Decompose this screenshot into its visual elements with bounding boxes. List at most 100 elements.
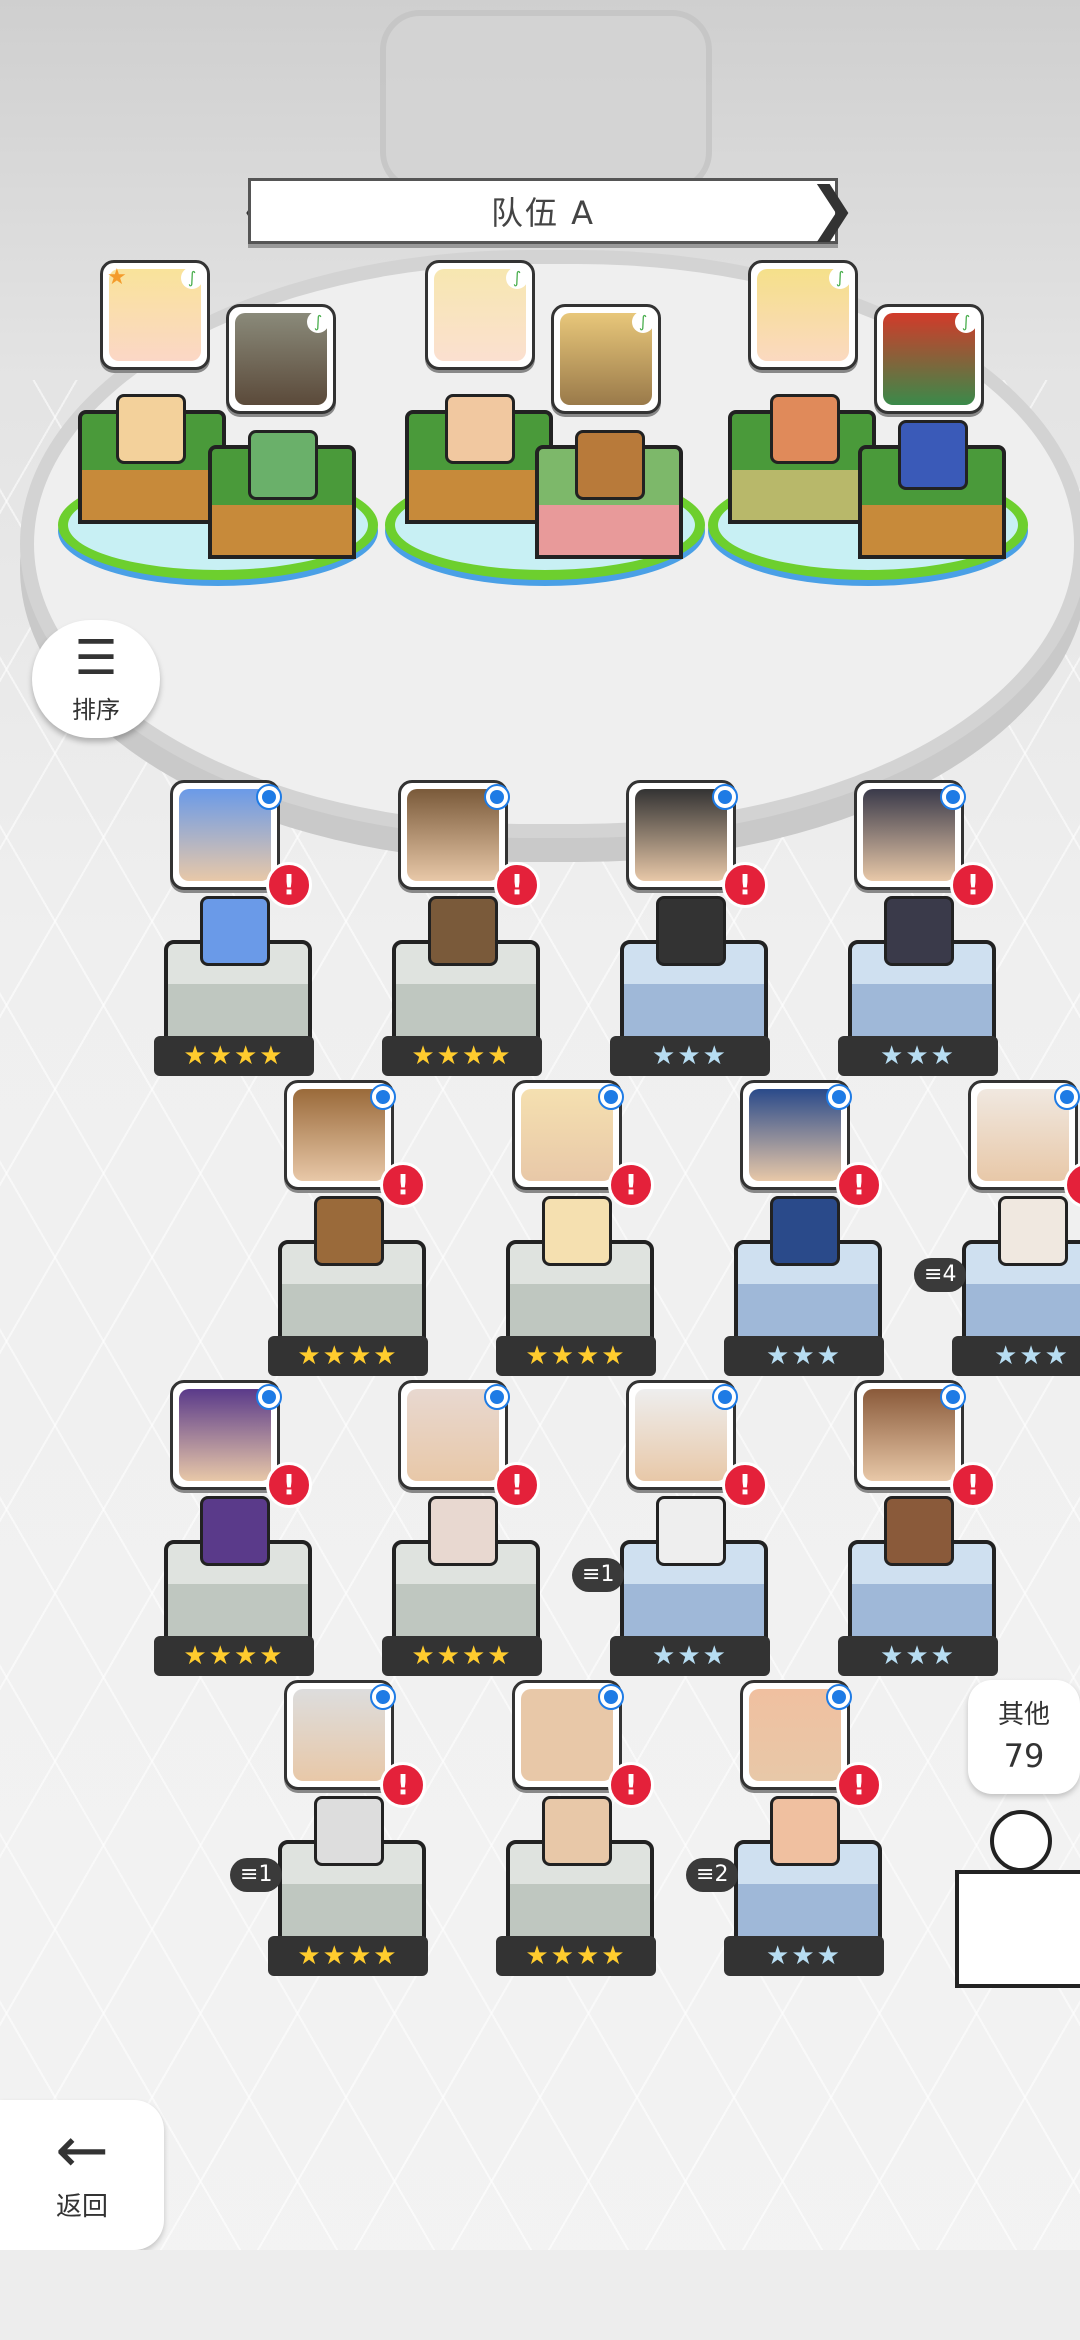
hero-portrait[interactable]: ∫: [748, 260, 858, 370]
arena-emblem: [380, 10, 712, 192]
hero-portrait[interactable]: ∫: [874, 304, 984, 414]
roster-hero-card[interactable]: ! ★★★★: [374, 780, 544, 1080]
team-slot-1[interactable]: ★ ∫ ∫: [58, 260, 378, 600]
roster-hero-card[interactable]: ! ★★★★: [260, 1080, 430, 1380]
roster-hero-card[interactable]: ! ★★★★: [146, 780, 316, 1080]
hero-sprite: [998, 1196, 1068, 1266]
others-count: 79: [1003, 1737, 1045, 1775]
sort-button[interactable]: ☰ 排序: [32, 620, 160, 738]
element-badge-icon: [712, 1384, 738, 1410]
hero-sprite: [884, 1496, 954, 1566]
hero-portrait[interactable]: ∫: [425, 260, 535, 370]
roster-hero-card[interactable]: ! ★★★★: [488, 1680, 658, 1980]
star-rating: ★★★: [724, 1936, 884, 1976]
star-rating: ★★★★: [382, 1036, 542, 1076]
duplicate-count-badge: ≡1: [572, 1558, 625, 1592]
hero-pedestal: ★★★★: [154, 1496, 314, 1676]
hero-pedestal: ★★★★: [154, 896, 314, 1076]
others-bubble[interactable]: 其他 79: [968, 1680, 1080, 1794]
roster-hero-card[interactable]: ! ★★★ ≡2: [686, 1680, 886, 1980]
roster-hero-card[interactable]: ! ★★★: [830, 1380, 1000, 1680]
hero-sprite: [200, 1496, 270, 1566]
hero-pedestal: ★★★★: [268, 1796, 428, 1976]
leaf-icon: ∫: [506, 267, 528, 289]
alert-icon: !: [836, 1162, 882, 1208]
placeholder-hero-icon: [955, 1810, 1080, 1988]
hero-sprite: [116, 394, 186, 464]
element-badge-icon: [598, 1684, 624, 1710]
duplicate-count-badge: ≡1: [230, 1858, 283, 1892]
roster-hero-card[interactable]: ! ★★★★: [146, 1380, 316, 1680]
hero-portrait[interactable]: ∫: [551, 304, 661, 414]
hero-portrait[interactable]: ∫: [226, 304, 336, 414]
alert-icon: !: [722, 862, 768, 908]
roster-hero-card[interactable]: ! ★★★: [602, 780, 772, 1080]
alert-icon: !: [266, 1462, 312, 1508]
roster-hero-card[interactable]: ! ★★★★: [374, 1380, 544, 1680]
back-arrow-icon: ←: [55, 2114, 109, 2188]
roster-hero-card[interactable]: ! ★★★: [716, 1080, 886, 1380]
star-rating: ★★★★: [382, 1636, 542, 1676]
star-rating: ★★★: [838, 1036, 998, 1076]
element-badge-icon: [370, 1684, 396, 1710]
element-badge-icon: [370, 1084, 396, 1110]
team-slot-3[interactable]: ∫ ∫: [708, 260, 1028, 600]
leaf-icon: ∫: [632, 311, 654, 333]
hero-pedestal: ★★★★: [382, 896, 542, 1076]
hero-sprite: [656, 1496, 726, 1566]
sort-label: 排序: [72, 696, 120, 724]
roster-hero-card[interactable]: ! ★★★★ ≡1: [230, 1680, 430, 1980]
alert-icon: !: [494, 1462, 540, 1508]
leaf-icon: ∫: [181, 267, 203, 289]
hero-pedestal: ★★★: [724, 1196, 884, 1376]
hero-sprite: [656, 896, 726, 966]
element-badge-icon: [484, 784, 510, 810]
hero-pedestal: ★★★: [838, 896, 998, 1076]
leader-star-icon: ★: [107, 265, 127, 290]
sort-icon: ☰: [74, 630, 118, 686]
hero-sprite: [542, 1796, 612, 1866]
alert-icon: !: [950, 1462, 996, 1508]
hero-pedestal: ★★★★: [268, 1196, 428, 1376]
others-label: 其他: [997, 1700, 1050, 1730]
hero-portrait[interactable]: ★ ∫: [100, 260, 210, 370]
star-rating: ★★★: [952, 1336, 1080, 1376]
hero-sprite: [248, 430, 318, 500]
hero-sprite: [770, 1796, 840, 1866]
roster-hero-card[interactable]: ! ★★★: [830, 780, 1000, 1080]
alert-icon: !: [950, 862, 996, 908]
hero-pedestal: ★★★★: [382, 1496, 542, 1676]
roster-hero-card[interactable]: ! ★★★★: [488, 1080, 658, 1380]
team-next-arrow-icon[interactable]: ❯: [808, 176, 857, 240]
team-selector[interactable]: 队伍 A: [248, 178, 838, 244]
star-rating: ★★★★: [154, 1636, 314, 1676]
hero-pedestal: ★★★: [610, 896, 770, 1076]
hero-sprite: [770, 1196, 840, 1266]
hero-sprite: [200, 896, 270, 966]
hero-sprite: [575, 430, 645, 500]
hero-sprite: [314, 1196, 384, 1266]
star-rating: ★★★: [724, 1336, 884, 1376]
element-badge-icon: [712, 784, 738, 810]
hero-pedestal: ★★★: [610, 1496, 770, 1676]
hero-sprite: [428, 896, 498, 966]
element-badge-icon: [598, 1084, 624, 1110]
element-badge-icon: [256, 1384, 282, 1410]
roster-hero-card[interactable]: ! ★★★ ≡4: [914, 1080, 1080, 1380]
leaf-icon: ∫: [307, 311, 329, 333]
back-button[interactable]: ← 返回: [0, 2100, 164, 2250]
roster-hero-card[interactable]: ! ★★★ ≡1: [572, 1380, 772, 1680]
hero-pedestal: ★★★★: [496, 1796, 656, 1976]
back-label: 返回: [55, 2192, 108, 2222]
hero-sprite: [542, 1196, 612, 1266]
star-rating: ★★★★: [268, 1336, 428, 1376]
star-rating: ★★★: [838, 1636, 998, 1676]
team-slot-2[interactable]: ∫ ∫: [385, 260, 705, 600]
bottom-bar: [0, 2250, 1080, 2340]
duplicate-count-badge: ≡4: [914, 1258, 967, 1292]
duplicate-count: 2: [714, 1862, 729, 1887]
duplicate-count-badge: ≡2: [686, 1858, 739, 1892]
element-badge-icon: [256, 784, 282, 810]
alert-icon: !: [722, 1462, 768, 1508]
hero-pedestal: ★★★: [838, 1496, 998, 1676]
